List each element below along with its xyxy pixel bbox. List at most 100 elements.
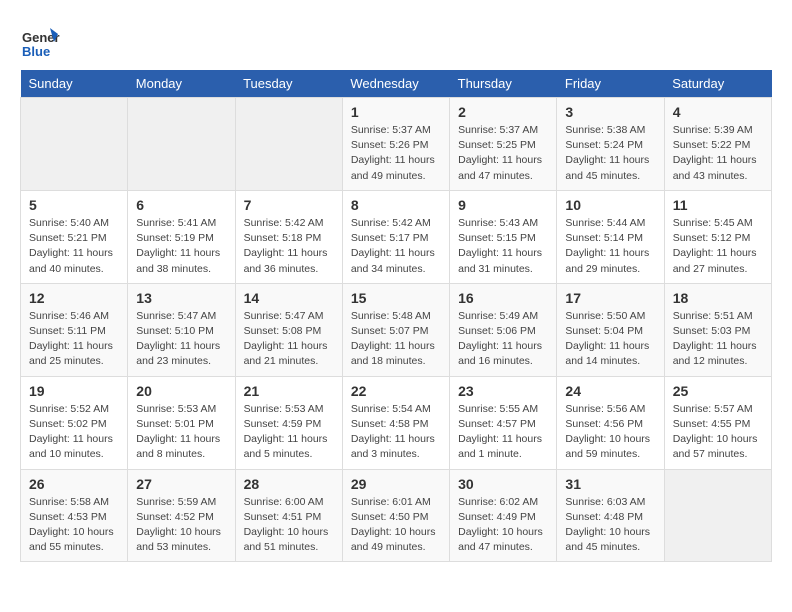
calendar-cell: 16 Sunrise: 5:49 AM Sunset: 5:06 PM Dayli… xyxy=(450,283,557,376)
calendar-cell xyxy=(21,98,128,191)
day-info: Sunrise: 5:44 AM Sunset: 5:14 PM Dayligh… xyxy=(565,216,655,277)
day-number: 31 xyxy=(565,476,655,492)
calendar-cell: 8Sunrise: 5:42 AM Sunset: 5:17 PM Daylig… xyxy=(342,190,449,283)
calendar-cell: 4Sunrise: 5:39 AM Sunset: 5:22 PM Daylig… xyxy=(664,98,771,191)
calendar-cell: 1 Sunrise: 5:37 AM Sunset: 5:26 PM Daylig… xyxy=(342,98,449,191)
day-number: 17 xyxy=(565,290,655,306)
day-number: 9 xyxy=(458,197,548,213)
day-header-thursday: Thursday xyxy=(450,70,557,98)
logo: General Blue xyxy=(20,20,64,60)
day-number: 6 xyxy=(136,197,226,213)
calendar-cell: 7 Sunrise: 5:42 AM Sunset: 5:18 PM Daylig… xyxy=(235,190,342,283)
header: General Blue xyxy=(20,20,772,60)
day-info: Sunrise: 5:51 AM Sunset: 5:03 PM Dayligh… xyxy=(673,309,763,370)
calendar-week-1: 5Sunrise: 5:40 AM Sunset: 5:21 PM Daylig… xyxy=(21,190,772,283)
calendar-cell xyxy=(664,469,771,562)
day-number: 4 xyxy=(673,104,763,120)
calendar-cell: 19 Sunrise: 5:52 AM Sunset: 5:02 PM Dayli… xyxy=(21,376,128,469)
day-number: 29 xyxy=(351,476,441,492)
day-number: 16 xyxy=(458,290,548,306)
day-info: Sunrise: 5:53 AM Sunset: 5:01 PM Dayligh… xyxy=(136,402,226,463)
day-number: 22 xyxy=(351,383,441,399)
day-number: 2 xyxy=(458,104,548,120)
calendar-cell: 15 Sunrise: 5:48 AM Sunset: 5:07 PM Dayli… xyxy=(342,283,449,376)
calendar-cell: 21 Sunrise: 5:53 AM Sunset: 4:59 PM Dayli… xyxy=(235,376,342,469)
day-header-saturday: Saturday xyxy=(664,70,771,98)
calendar-cell: 11 Sunrise: 5:45 AM Sunset: 5:12 PM Dayli… xyxy=(664,190,771,283)
day-number: 27 xyxy=(136,476,226,492)
day-info: Sunrise: 5:42 AM Sunset: 5:18 PM Dayligh… xyxy=(244,216,334,277)
day-header-wednesday: Wednesday xyxy=(342,70,449,98)
day-number: 21 xyxy=(244,383,334,399)
calendar-cell: 3 Sunrise: 5:38 AM Sunset: 5:24 PM Daylig… xyxy=(557,98,664,191)
calendar-cell: 30Sunrise: 6:02 AM Sunset: 4:49 PM Dayli… xyxy=(450,469,557,562)
calendar-cell: 14 Sunrise: 5:47 AM Sunset: 5:08 PM Dayli… xyxy=(235,283,342,376)
day-header-monday: Monday xyxy=(128,70,235,98)
svg-text:Blue: Blue xyxy=(22,44,50,59)
calendar-week-4: 26 Sunrise: 5:58 AM Sunset: 4:53 PM Dayli… xyxy=(21,469,772,562)
calendar-cell: 6 Sunrise: 5:41 AM Sunset: 5:19 PM Daylig… xyxy=(128,190,235,283)
calendar-cell: 31 Sunrise: 6:03 AM Sunset: 4:48 PM Dayli… xyxy=(557,469,664,562)
day-info: Sunrise: 5:37 AM Sunset: 5:25 PM Dayligh… xyxy=(458,123,548,184)
day-info: Sunrise: 5:43 AM Sunset: 5:15 PM Dayligh… xyxy=(458,216,548,277)
day-number: 13 xyxy=(136,290,226,306)
day-number: 28 xyxy=(244,476,334,492)
calendar-cell: 5Sunrise: 5:40 AM Sunset: 5:21 PM Daylig… xyxy=(21,190,128,283)
calendar-cell: 24 Sunrise: 5:56 AM Sunset: 4:56 PM Dayli… xyxy=(557,376,664,469)
day-number: 14 xyxy=(244,290,334,306)
day-number: 3 xyxy=(565,104,655,120)
day-info: Sunrise: 5:50 AM Sunset: 5:04 PM Dayligh… xyxy=(565,309,655,370)
day-info: Sunrise: 5:57 AM Sunset: 4:55 PM Dayligh… xyxy=(673,402,763,463)
day-number: 19 xyxy=(29,383,119,399)
day-number: 15 xyxy=(351,290,441,306)
day-info: Sunrise: 5:41 AM Sunset: 5:19 PM Dayligh… xyxy=(136,216,226,277)
calendar-cell: 29 Sunrise: 6:01 AM Sunset: 4:50 PM Dayli… xyxy=(342,469,449,562)
day-info: Sunrise: 5:47 AM Sunset: 5:08 PM Dayligh… xyxy=(244,309,334,370)
day-number: 12 xyxy=(29,290,119,306)
calendar-cell: 18 Sunrise: 5:51 AM Sunset: 5:03 PM Dayli… xyxy=(664,283,771,376)
day-number: 5 xyxy=(29,197,119,213)
day-info: Sunrise: 5:48 AM Sunset: 5:07 PM Dayligh… xyxy=(351,309,441,370)
day-info: Sunrise: 5:49 AM Sunset: 5:06 PM Dayligh… xyxy=(458,309,548,370)
calendar-cell: 25 Sunrise: 5:57 AM Sunset: 4:55 PM Dayli… xyxy=(664,376,771,469)
day-info: Sunrise: 5:45 AM Sunset: 5:12 PM Dayligh… xyxy=(673,216,763,277)
day-number: 8 xyxy=(351,197,441,213)
day-number: 25 xyxy=(673,383,763,399)
day-number: 7 xyxy=(244,197,334,213)
calendar-cell: 10 Sunrise: 5:44 AM Sunset: 5:14 PM Dayli… xyxy=(557,190,664,283)
day-number: 10 xyxy=(565,197,655,213)
calendar-cell: 26 Sunrise: 5:58 AM Sunset: 4:53 PM Dayli… xyxy=(21,469,128,562)
day-header-tuesday: Tuesday xyxy=(235,70,342,98)
calendar-cell xyxy=(235,98,342,191)
calendar-cell: 28 Sunrise: 6:00 AM Sunset: 4:51 PM Dayli… xyxy=(235,469,342,562)
calendar-cell: 17 Sunrise: 5:50 AM Sunset: 5:04 PM Dayli… xyxy=(557,283,664,376)
day-number: 23 xyxy=(458,383,548,399)
day-info: Sunrise: 5:55 AM Sunset: 4:57 PM Dayligh… xyxy=(458,402,548,463)
day-info: Sunrise: 6:03 AM Sunset: 4:48 PM Dayligh… xyxy=(565,495,655,556)
day-info: Sunrise: 5:47 AM Sunset: 5:10 PM Dayligh… xyxy=(136,309,226,370)
day-info: Sunrise: 5:37 AM Sunset: 5:26 PM Dayligh… xyxy=(351,123,441,184)
calendar-cell: 12Sunrise: 5:46 AM Sunset: 5:11 PM Dayli… xyxy=(21,283,128,376)
day-number: 11 xyxy=(673,197,763,213)
day-info: Sunrise: 5:53 AM Sunset: 4:59 PM Dayligh… xyxy=(244,402,334,463)
calendar-cell xyxy=(128,98,235,191)
days-header-row: SundayMondayTuesdayWednesdayThursdayFrid… xyxy=(21,70,772,98)
calendar-cell: 23 Sunrise: 5:55 AM Sunset: 4:57 PM Dayli… xyxy=(450,376,557,469)
day-number: 30 xyxy=(458,476,548,492)
day-number: 18 xyxy=(673,290,763,306)
day-number: 1 xyxy=(351,104,441,120)
day-header-sunday: Sunday xyxy=(21,70,128,98)
day-info: Sunrise: 5:38 AM Sunset: 5:24 PM Dayligh… xyxy=(565,123,655,184)
day-info: Sunrise: 5:52 AM Sunset: 5:02 PM Dayligh… xyxy=(29,402,119,463)
calendar-table: SundayMondayTuesdayWednesdayThursdayFrid… xyxy=(20,70,772,562)
day-info: Sunrise: 5:58 AM Sunset: 4:53 PM Dayligh… xyxy=(29,495,119,556)
day-info: Sunrise: 6:00 AM Sunset: 4:51 PM Dayligh… xyxy=(244,495,334,556)
day-info: Sunrise: 6:01 AM Sunset: 4:50 PM Dayligh… xyxy=(351,495,441,556)
calendar-cell: 20Sunrise: 5:53 AM Sunset: 5:01 PM Dayli… xyxy=(128,376,235,469)
calendar-cell: 13 Sunrise: 5:47 AM Sunset: 5:10 PM Dayli… xyxy=(128,283,235,376)
day-info: Sunrise: 5:56 AM Sunset: 4:56 PM Dayligh… xyxy=(565,402,655,463)
day-number: 24 xyxy=(565,383,655,399)
calendar-cell: 22Sunrise: 5:54 AM Sunset: 4:58 PM Dayli… xyxy=(342,376,449,469)
calendar-week-3: 19 Sunrise: 5:52 AM Sunset: 5:02 PM Dayli… xyxy=(21,376,772,469)
day-number: 26 xyxy=(29,476,119,492)
